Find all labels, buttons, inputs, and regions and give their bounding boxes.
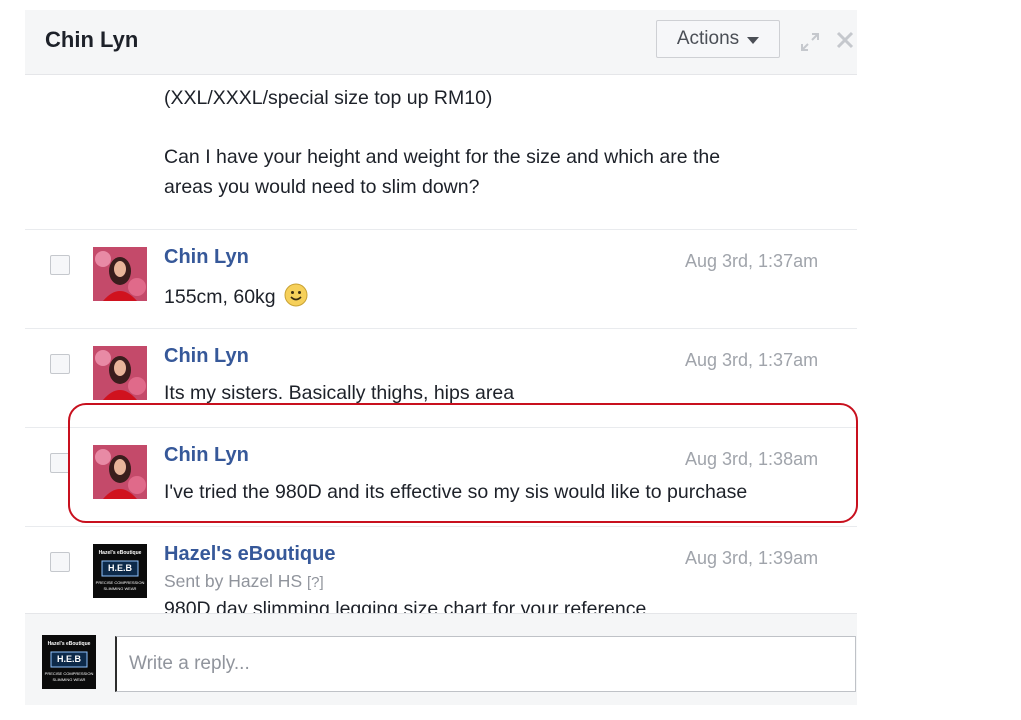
message-text: 980D day slimming legging size chart for… bbox=[164, 598, 647, 613]
smiley-face-icon bbox=[284, 283, 308, 307]
message-row: Chin Lyn Aug 3rd, 1:38am I've tried the … bbox=[25, 427, 857, 527]
sender-name[interactable]: Chin Lyn bbox=[164, 246, 249, 269]
message-checkbox[interactable] bbox=[50, 552, 70, 572]
message-text: I've tried the 980D and its effective so… bbox=[164, 481, 748, 503]
sender-name[interactable]: Hazel's eBoutique bbox=[164, 543, 335, 566]
avatar-text: SLIMMING WEAR bbox=[52, 677, 86, 682]
avatar-text: PRECISE COMPRESSION bbox=[44, 671, 94, 676]
caret-down-icon bbox=[747, 36, 760, 44]
message-text: Its my sisters. Basically thighs, hips a… bbox=[164, 382, 515, 404]
message-row: Chin Lyn Aug 3rd, 1:37am 155cm, 60kg bbox=[25, 229, 857, 329]
message-text-content: 155cm, 60kg bbox=[164, 286, 276, 308]
message-timestamp: Aug 3rd, 1:39am bbox=[685, 548, 819, 568]
avatar-text: PRECISE COMPRESSION bbox=[95, 580, 145, 585]
message-list[interactable]: (XXL/XXXL/special size top up RM10) Can … bbox=[25, 75, 857, 613]
message-timestamp: Aug 3rd, 1:37am bbox=[685, 251, 819, 271]
reply-composer: Hazel's eBoutique H.E.B PRECISE COMPRESS… bbox=[25, 613, 857, 705]
avatar-text: SLIMMING WEAR bbox=[103, 586, 137, 591]
avatar-text: Hazel's eBoutique bbox=[47, 641, 91, 647]
avatar[interactable] bbox=[93, 247, 147, 301]
sent-by-label: Sent by Hazel HS [?] bbox=[164, 571, 324, 592]
avatar[interactable]: Hazel's eBoutique H.E.B PRECISE COMPRESS… bbox=[93, 544, 147, 598]
expand-icon[interactable] bbox=[799, 31, 821, 53]
avatar[interactable] bbox=[93, 445, 147, 499]
message-text: 155cm, 60kg bbox=[164, 283, 308, 309]
message-checkbox[interactable] bbox=[50, 354, 70, 374]
conversation-panel: Chin Lyn Actions (XXL/XXXL/special size … bbox=[25, 10, 857, 705]
message-text: areas you would need to slim down? bbox=[164, 176, 480, 198]
help-link[interactable]: [?] bbox=[307, 574, 324, 591]
avatar-logo: H.E.B bbox=[56, 654, 81, 664]
message-checkbox[interactable] bbox=[50, 453, 70, 473]
close-icon[interactable] bbox=[834, 29, 856, 51]
message-text: Can I have your height and weight for th… bbox=[164, 146, 721, 168]
message-text: (XXL/XXXL/special size top up RM10) bbox=[164, 87, 493, 109]
sent-by-text: Sent by Hazel HS bbox=[164, 571, 303, 591]
actions-button[interactable]: Actions bbox=[656, 20, 780, 58]
sender-name[interactable]: Chin Lyn bbox=[164, 345, 249, 368]
message-timestamp: Aug 3rd, 1:37am bbox=[685, 350, 819, 370]
avatar[interactable] bbox=[93, 346, 147, 400]
reply-input[interactable] bbox=[115, 636, 856, 692]
conversation-header: Chin Lyn Actions bbox=[25, 10, 857, 75]
sender-name[interactable]: Chin Lyn bbox=[164, 444, 249, 467]
message-checkbox[interactable] bbox=[50, 255, 70, 275]
avatar-logo: H.E.B bbox=[107, 563, 132, 573]
page-avatar: Hazel's eBoutique H.E.B PRECISE COMPRESS… bbox=[42, 635, 96, 689]
conversation-title: Chin Lyn bbox=[45, 27, 139, 52]
actions-label: Actions bbox=[676, 28, 740, 49]
message-row: Hazel's eBoutique H.E.B PRECISE COMPRESS… bbox=[25, 526, 857, 613]
message-timestamp: Aug 3rd, 1:38am bbox=[685, 449, 819, 469]
message-row: Chin Lyn Aug 3rd, 1:37am Its my sisters.… bbox=[25, 328, 857, 428]
avatar-text: Hazel's eBoutique bbox=[98, 550, 142, 556]
